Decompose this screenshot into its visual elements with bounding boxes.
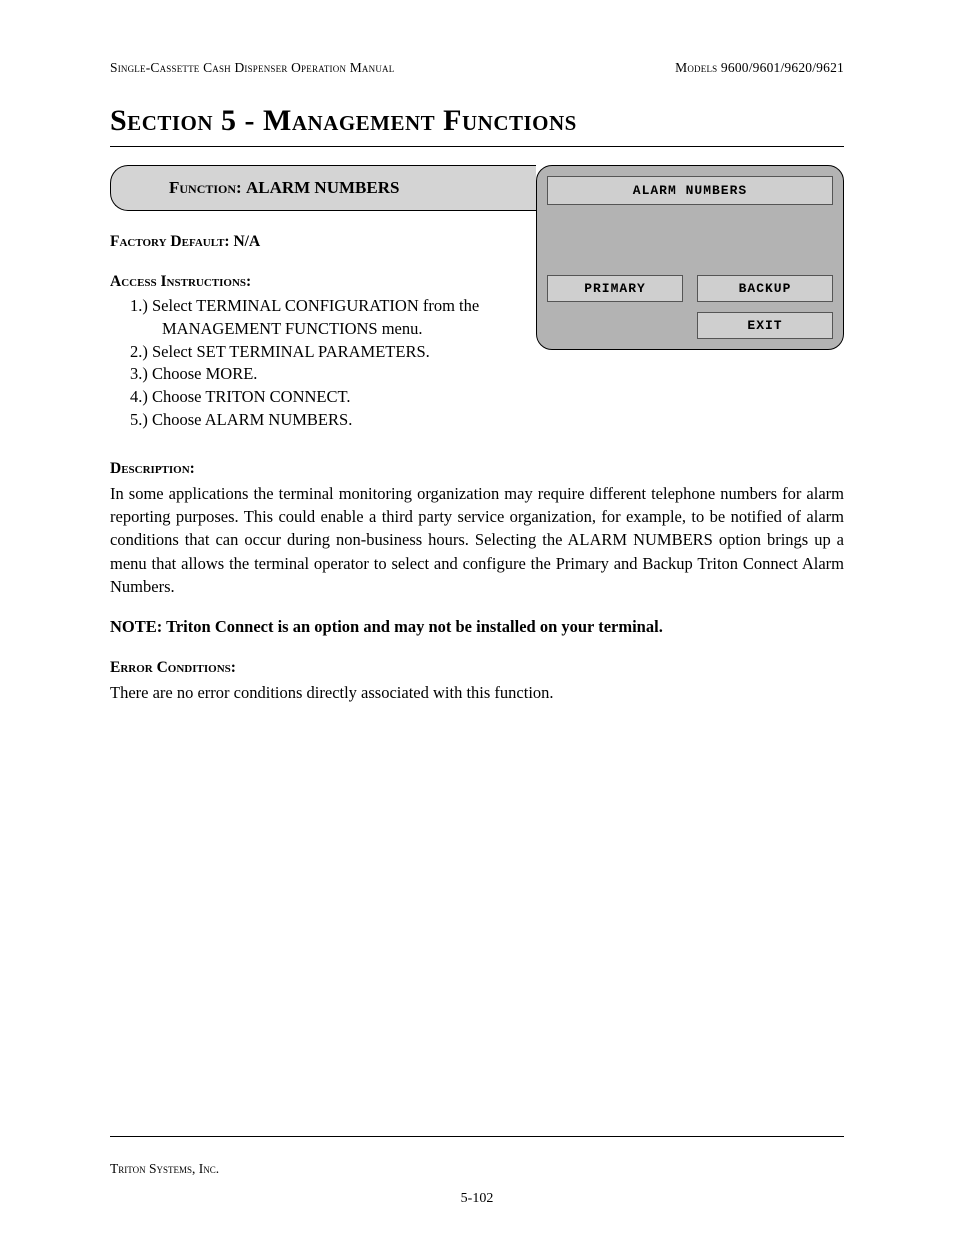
header-right: Models 9600/9601/9620/9621 (675, 60, 844, 76)
instruction-item: Select TERMINAL CONFIGURATION from the M… (130, 295, 520, 341)
screen-exit-button[interactable]: EXIT (697, 312, 833, 339)
instruction-item: Choose MORE. (130, 363, 520, 386)
screen-primary-button[interactable]: PRIMARY (547, 275, 683, 302)
instruction-item: Choose TRITON CONNECT. (130, 386, 520, 409)
instructions-list: Select TERMINAL CONFIGURATION from the M… (110, 295, 520, 432)
title-divider (110, 146, 844, 147)
footer-company: Triton Systems, Inc. (110, 1161, 219, 1177)
section-title: Section 5 - Management Functions (110, 104, 844, 138)
footer-divider (110, 1136, 844, 1137)
content-area: Function: ALARM NUMBERS Factory Default:… (110, 165, 844, 432)
instruction-item: Choose ALARM NUMBERS. (130, 409, 520, 432)
page-number: 5-102 (0, 1191, 954, 1207)
screen-button-grid: PRIMARY BACKUP EXIT (547, 275, 833, 339)
document-page: Single-Cassette Cash Dispenser Operation… (0, 0, 954, 1235)
page-header: Single-Cassette Cash Dispenser Operation… (110, 60, 844, 76)
function-box: Function: ALARM NUMBERS (110, 165, 536, 211)
description-label: Description: (110, 460, 844, 478)
factory-default-value: N/A (233, 233, 260, 250)
screen-backup-button[interactable]: BACKUP (697, 275, 833, 302)
header-left: Single-Cassette Cash Dispenser Operation… (110, 60, 394, 76)
terminal-screen: ALARM NUMBERS PRIMARY BACKUP EXIT (536, 165, 844, 350)
description-text: In some applications the terminal monito… (110, 482, 844, 599)
screen-title: ALARM NUMBERS (547, 176, 833, 205)
factory-default-label: Factory Default: (110, 233, 230, 250)
error-conditions-text: There are no error conditions directly a… (110, 681, 844, 704)
factory-default-line: Factory Default: N/A (110, 233, 520, 251)
function-name: ALARM NUMBERS (246, 178, 399, 197)
error-conditions-label: Error Conditions: (110, 659, 844, 677)
function-label: Function: (169, 178, 242, 197)
access-instructions-label: Access Instructions: (110, 273, 520, 291)
left-column: Function: ALARM NUMBERS Factory Default:… (110, 165, 520, 432)
note-text: NOTE: Triton Connect is an option and ma… (110, 617, 844, 637)
instruction-item: Select SET TERMINAL PARAMETERS. (130, 341, 520, 364)
